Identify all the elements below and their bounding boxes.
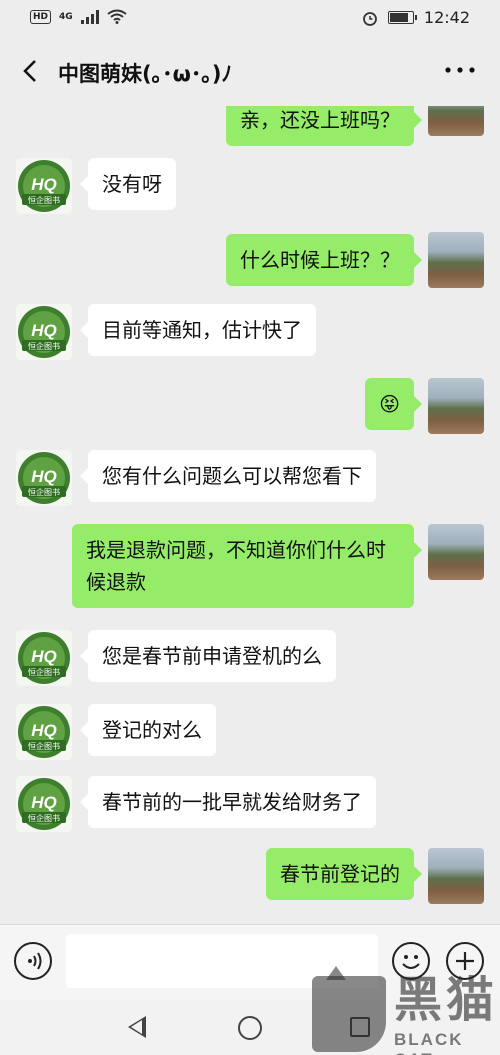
message-bubble-sent[interactable]: 亲，还没上班吗？ xyxy=(226,106,422,146)
watermark-en: BLACK CAT xyxy=(394,1030,464,1055)
contact-avatar[interactable]: HQ 恒企图书 xyxy=(16,450,72,506)
message-bubble-received[interactable]: 春节前的一批早就发给财务了 xyxy=(80,776,376,828)
svg-text:恒企图书: 恒企图书 xyxy=(28,341,60,351)
message-bubble-sent[interactable]: 春节前登记的 xyxy=(266,848,422,900)
svg-text:恒企图书: 恒企图书 xyxy=(28,487,60,497)
more-dots-icon[interactable] xyxy=(444,52,476,82)
message-bubble-received[interactable]: 登记的对么 xyxy=(80,704,216,756)
contact-avatar[interactable]: HQ 恒企图书 xyxy=(16,630,72,686)
black-cat-watermark: 黑猫 BLACK CAT xyxy=(312,966,500,1055)
hd-icon: HD xyxy=(30,9,52,24)
contact-avatar[interactable]: HQ 恒企图书 xyxy=(16,704,72,760)
svg-text:恒企图书: 恒企图书 xyxy=(28,741,60,751)
svg-text:HQ: HQ xyxy=(31,467,57,486)
signal-icon xyxy=(80,9,99,24)
clock: 12:42 xyxy=(423,8,470,27)
status-bar: HD 4G 12:42 xyxy=(0,0,500,36)
svg-text:HQ: HQ xyxy=(31,721,57,740)
svg-text:HQ: HQ xyxy=(31,175,57,194)
svg-text:HQ: HQ xyxy=(31,793,57,812)
contact-avatar[interactable]: HQ 恒企图书 xyxy=(16,158,72,214)
my-avatar[interactable] xyxy=(428,378,484,434)
alarm-icon xyxy=(362,11,377,26)
my-avatar[interactable] xyxy=(428,232,484,288)
message-list[interactable]: 亲，还没上班吗？ HQ 恒企图书 没有呀 什么时候上班？？ HQ 恒企图书 目前等通… xyxy=(0,106,500,924)
chat-header: 中图萌妹(｡･ω･｡)ﾉ xyxy=(0,36,500,106)
nav-home-icon[interactable] xyxy=(238,1016,262,1040)
my-avatar[interactable] xyxy=(428,106,484,136)
cat-logo-icon xyxy=(312,966,386,1052)
svg-text:HQ: HQ xyxy=(31,321,57,340)
battery-icon xyxy=(387,11,417,24)
message-bubble-received[interactable]: 没有呀 xyxy=(80,158,176,210)
message-bubble-received[interactable]: 您有什么问题么可以帮您看下 xyxy=(80,450,376,502)
message-bubble-received[interactable]: 您是春节前申请登机的么 xyxy=(80,630,336,682)
message-bubble-sent[interactable]: 😝 xyxy=(365,378,422,430)
message-bubble-sent[interactable]: 什么时候上班？？ xyxy=(226,234,422,286)
svg-text:HQ: HQ xyxy=(31,647,57,666)
contact-avatar[interactable]: HQ 恒企图书 xyxy=(16,776,72,832)
svg-text:恒企图书: 恒企图书 xyxy=(28,667,60,677)
svg-text:恒企图书: 恒企图书 xyxy=(28,813,60,823)
message-bubble-received[interactable]: 目前等通知，估计快了 xyxy=(80,304,316,356)
chat-title: 中图萌妹(｡･ω･｡)ﾉ xyxy=(58,62,232,86)
nav-back-icon[interactable] xyxy=(128,1016,146,1038)
contact-avatar[interactable]: HQ 恒企图书 xyxy=(16,304,72,360)
my-avatar[interactable] xyxy=(428,848,484,904)
voice-icon[interactable] xyxy=(14,942,52,980)
watermark-cn: 黑猫 xyxy=(394,972,499,1028)
message-bubble-sent[interactable]: 我是退款问题，不知道你们什么时候退款 xyxy=(72,524,422,608)
my-avatar[interactable] xyxy=(428,524,484,580)
wifi-icon xyxy=(107,9,127,24)
chevron-left-icon[interactable] xyxy=(16,56,46,86)
svg-text:恒企图书: 恒企图书 xyxy=(28,195,60,205)
network-type: 4G xyxy=(59,11,73,22)
